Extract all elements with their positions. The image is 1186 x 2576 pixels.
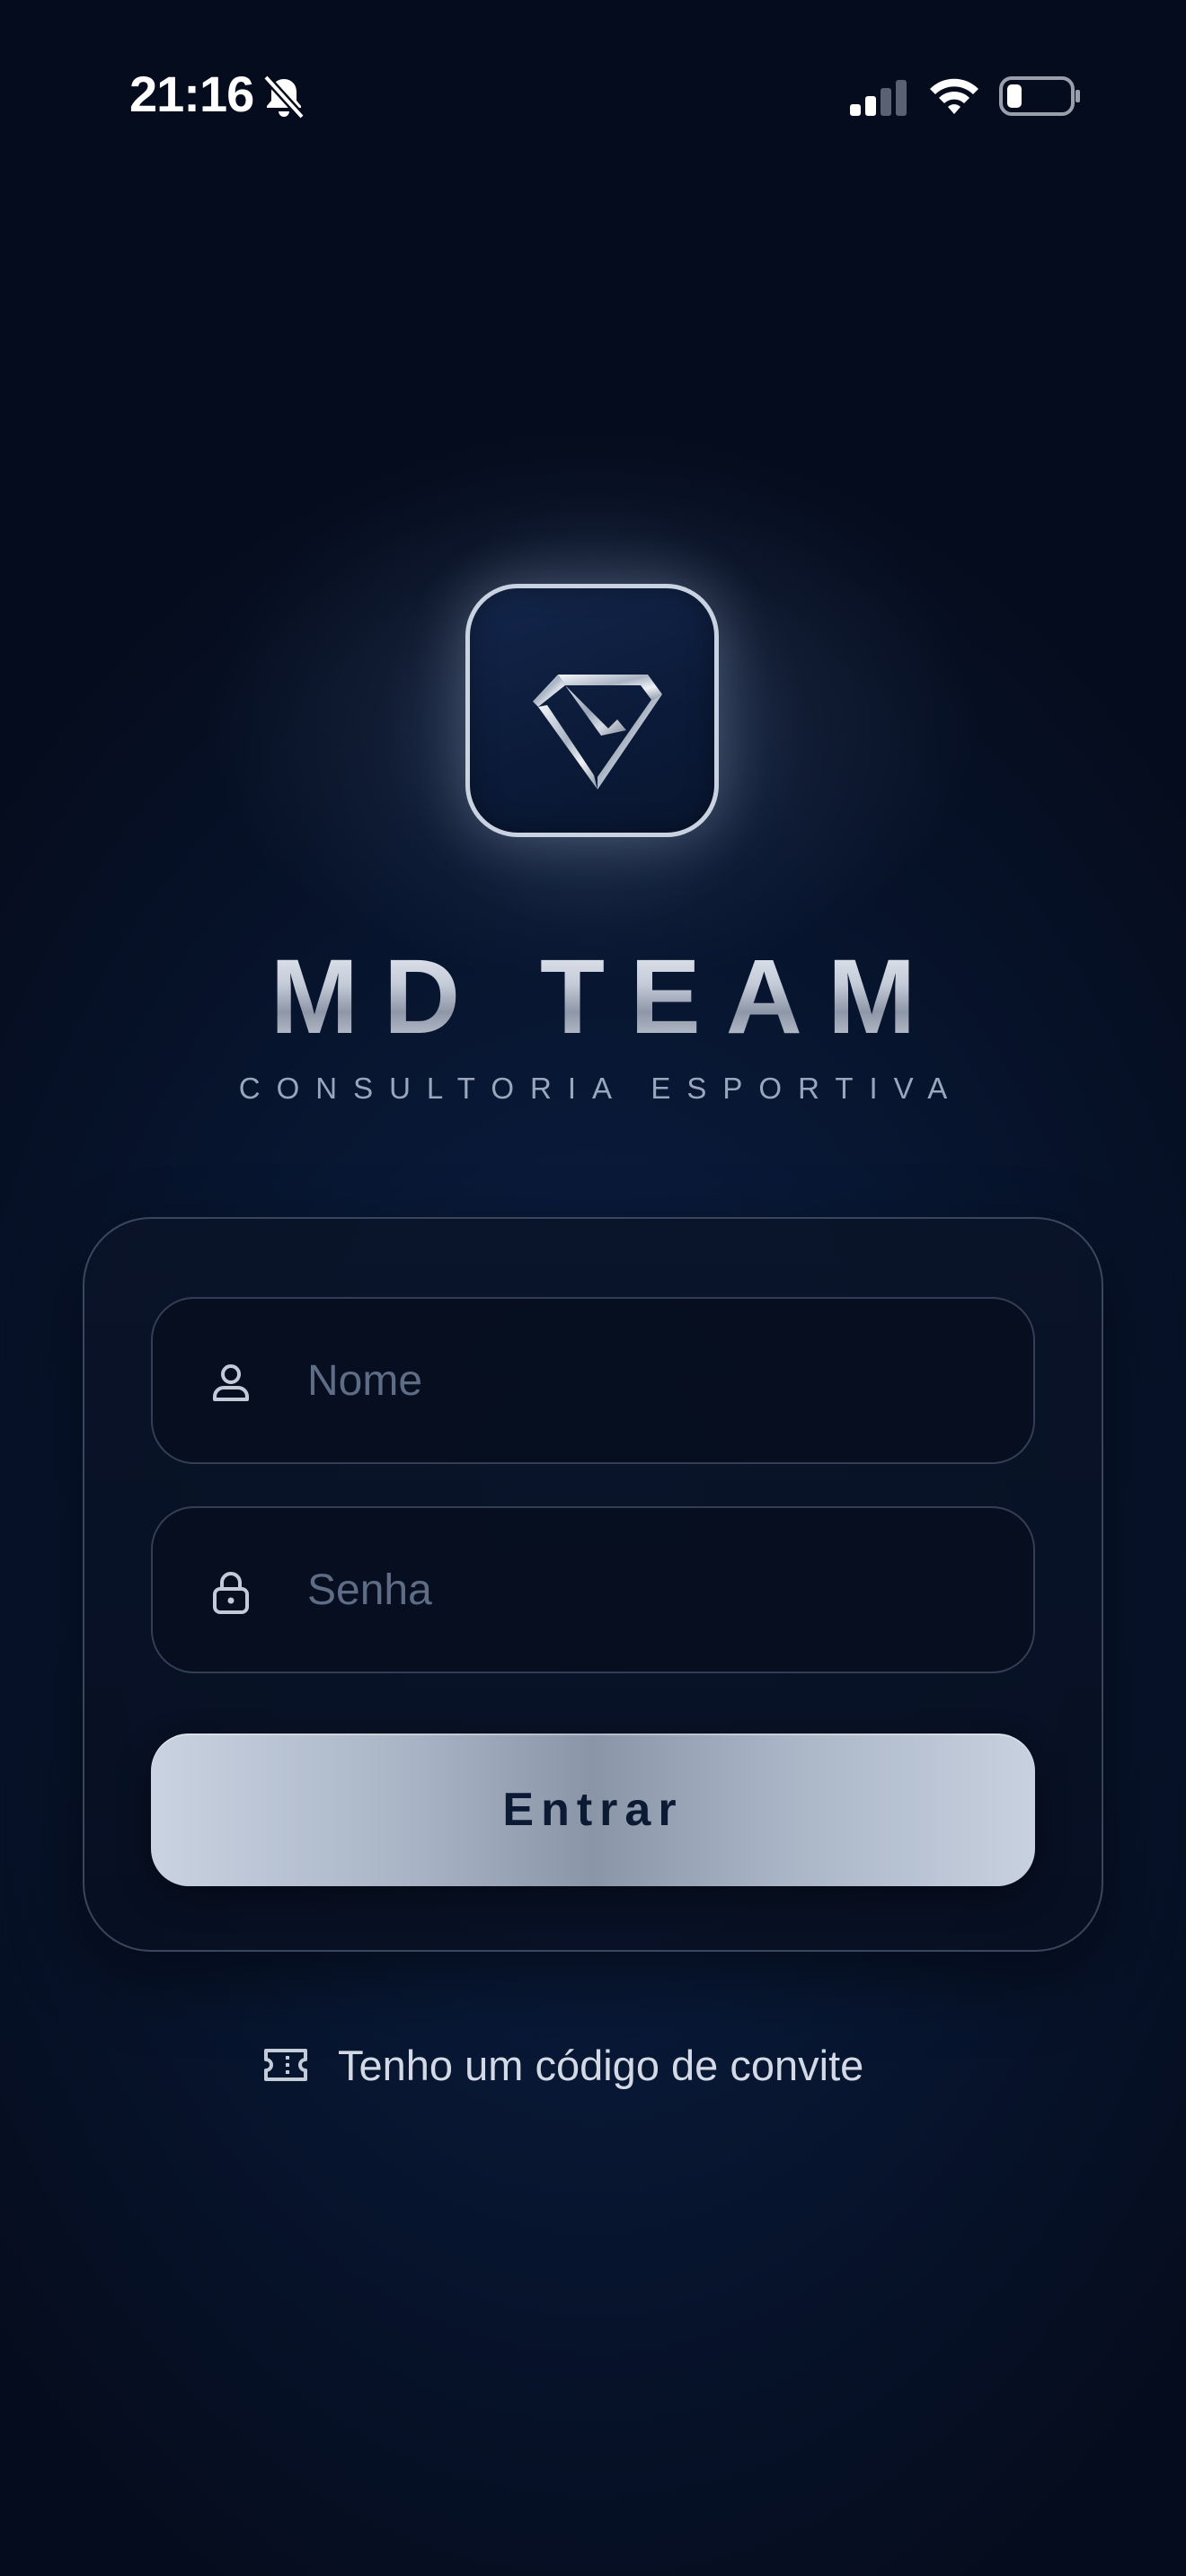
brand-title: MD TEAM (0, 934, 1186, 1060)
status-bar: 21:16 (0, 0, 1186, 193)
ticket-icon (264, 2049, 307, 2081)
cellular-signal-icon (850, 80, 907, 116)
user-icon (213, 1364, 249, 1401)
bell-slash-icon (262, 74, 305, 120)
wifi-icon (930, 78, 978, 114)
password-input[interactable] (307, 1508, 1008, 1672)
login-button[interactable]: Entrar (151, 1734, 1035, 1886)
battery-icon (999, 76, 1080, 116)
invite-code-label: Tenho um código de convite (338, 2041, 864, 2089)
app-logo (465, 584, 719, 837)
password-field[interactable] (151, 1506, 1035, 1673)
name-input[interactable] (307, 1299, 1008, 1462)
diamond-logo-icon (533, 675, 662, 790)
brand-subtitle: CONSULTORIA ESPORTIVA (238, 1072, 964, 1105)
login-card: Entrar (83, 1217, 1103, 1952)
invite-code-link[interactable]: Tenho um código de convite (261, 2033, 863, 2096)
name-field[interactable] (151, 1297, 1035, 1464)
lock-icon (213, 1572, 249, 1614)
status-time: 21:16 (129, 66, 254, 122)
